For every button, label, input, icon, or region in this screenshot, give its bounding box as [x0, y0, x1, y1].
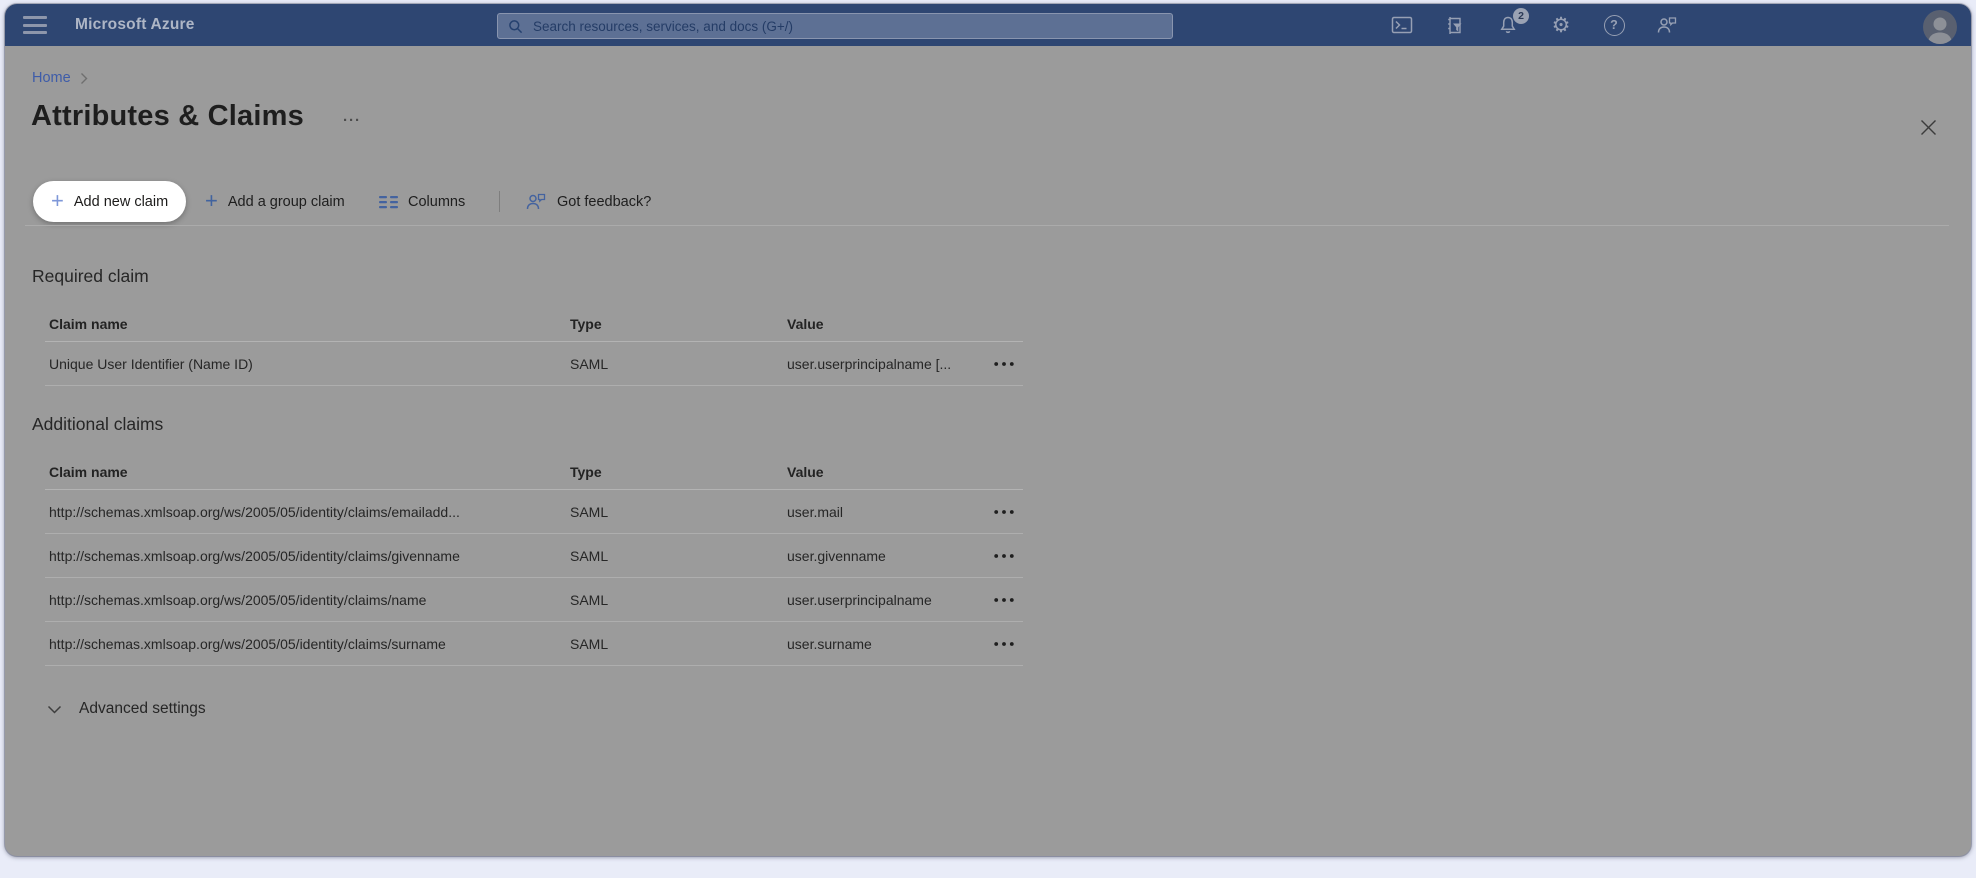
column-header-value: Value: [787, 464, 824, 480]
columns-label: Columns: [408, 194, 465, 210]
advanced-settings-toggle[interactable]: Advanced settings: [43, 696, 210, 722]
feedback-icon[interactable]: [1651, 9, 1683, 41]
column-header-value: Value: [787, 316, 824, 332]
add-new-claim-button[interactable]: + Add new claim: [33, 181, 186, 222]
user-avatar[interactable]: [1923, 10, 1957, 44]
plus-icon: +: [51, 190, 64, 212]
claim-name-cell: http://schemas.xmlsoap.org/ws/2005/05/id…: [49, 636, 446, 652]
value-cell: user.userprincipalname: [787, 592, 932, 608]
more-icon[interactable]: [987, 342, 1021, 385]
breadcrumb: Home: [32, 70, 88, 86]
value-cell: user.mail: [787, 504, 843, 520]
table-row[interactable]: http://schemas.xmlsoap.org/ws/2005/05/id…: [45, 622, 1023, 666]
top-bar: Microsoft Azure: [5, 4, 1971, 46]
settings-gear-icon[interactable]: ⚙: [1545, 9, 1577, 41]
global-search-bar[interactable]: [497, 13, 1173, 39]
claim-name-cell: http://schemas.xmlsoap.org/ws/2005/05/id…: [49, 548, 460, 564]
plus-icon: +: [205, 190, 218, 212]
table-header-row: Claim name Type Value: [45, 455, 1023, 490]
table-row[interactable]: Unique User Identifier (Name ID) SAML us…: [45, 342, 1023, 386]
page-title-overflow-button[interactable]: ···: [339, 108, 365, 133]
more-icon[interactable]: [987, 578, 1021, 621]
search-icon: [508, 19, 523, 34]
person-icon: [1923, 14, 1957, 44]
help-icon[interactable]: ?: [1598, 9, 1630, 41]
additional-claims-table: Claim name Type Value http://schemas.xml…: [45, 455, 1023, 666]
claim-name-cell: http://schemas.xmlsoap.org/ws/2005/05/id…: [49, 504, 460, 520]
hamburger-menu-icon[interactable]: [23, 16, 47, 34]
claim-name-cell: http://schemas.xmlsoap.org/ws/2005/05/id…: [49, 592, 426, 608]
got-feedback-label: Got feedback?: [557, 194, 651, 210]
more-icon[interactable]: [987, 622, 1021, 665]
close-icon[interactable]: [1911, 110, 1945, 144]
toolbar-divider: [499, 191, 500, 212]
claim-name-cell: Unique User Identifier (Name ID): [49, 356, 253, 372]
feedback-icon: [525, 192, 547, 211]
notification-count-badge: 2: [1513, 8, 1529, 24]
type-cell: SAML: [570, 504, 608, 520]
cloud-shell-icon[interactable]: [1386, 9, 1418, 41]
type-cell: SAML: [570, 356, 608, 372]
table-row[interactable]: http://schemas.xmlsoap.org/ws/2005/05/id…: [45, 578, 1023, 622]
value-cell: user.givenname: [787, 548, 886, 564]
type-cell: SAML: [570, 548, 608, 564]
page-title: Attributes & Claims: [31, 100, 304, 133]
chevron-down-icon: [47, 705, 62, 714]
column-header-type: Type: [570, 316, 602, 332]
required-claim-title: Required claim: [32, 266, 149, 287]
type-cell: SAML: [570, 636, 608, 652]
additional-claims-title: Additional claims: [32, 414, 163, 435]
brand-title: Microsoft Azure: [75, 16, 195, 34]
azure-portal-window: Microsoft Azure: [5, 4, 1971, 856]
table-row[interactable]: http://schemas.xmlsoap.org/ws/2005/05/id…: [45, 534, 1023, 578]
column-header-claim-name: Claim name: [49, 316, 128, 332]
column-header-claim-name: Claim name: [49, 464, 128, 480]
chevron-right-icon: [80, 72, 88, 85]
type-cell: SAML: [570, 592, 608, 608]
more-icon[interactable]: [987, 490, 1021, 533]
toolbar-bottom-rule: [25, 225, 1949, 226]
advanced-settings-label: Advanced settings: [79, 700, 206, 718]
columns-icon: [379, 195, 398, 209]
required-claim-table: Claim name Type Value Unique User Identi…: [45, 307, 1023, 386]
value-cell: user.surname: [787, 636, 872, 652]
breadcrumb-home-link[interactable]: Home: [32, 70, 71, 86]
add-group-claim-button[interactable]: + Add a group claim: [201, 181, 349, 222]
columns-button[interactable]: Columns: [375, 181, 469, 222]
search-input[interactable]: [531, 18, 1162, 35]
add-new-claim-label: Add new claim: [74, 194, 168, 210]
got-feedback-button[interactable]: Got feedback?: [521, 181, 655, 222]
directories-filter-icon[interactable]: [1439, 9, 1471, 41]
add-group-claim-label: Add a group claim: [228, 194, 345, 210]
value-cell: user.userprincipalname [...: [787, 356, 951, 372]
more-icon[interactable]: [987, 534, 1021, 577]
topbar-icon-group: 2 ⚙ ?: [1386, 9, 1683, 41]
table-row[interactable]: http://schemas.xmlsoap.org/ws/2005/05/id…: [45, 490, 1023, 534]
notifications-bell-icon[interactable]: 2: [1492, 9, 1524, 41]
column-header-type: Type: [570, 464, 602, 480]
table-header-row: Claim name Type Value: [45, 307, 1023, 342]
